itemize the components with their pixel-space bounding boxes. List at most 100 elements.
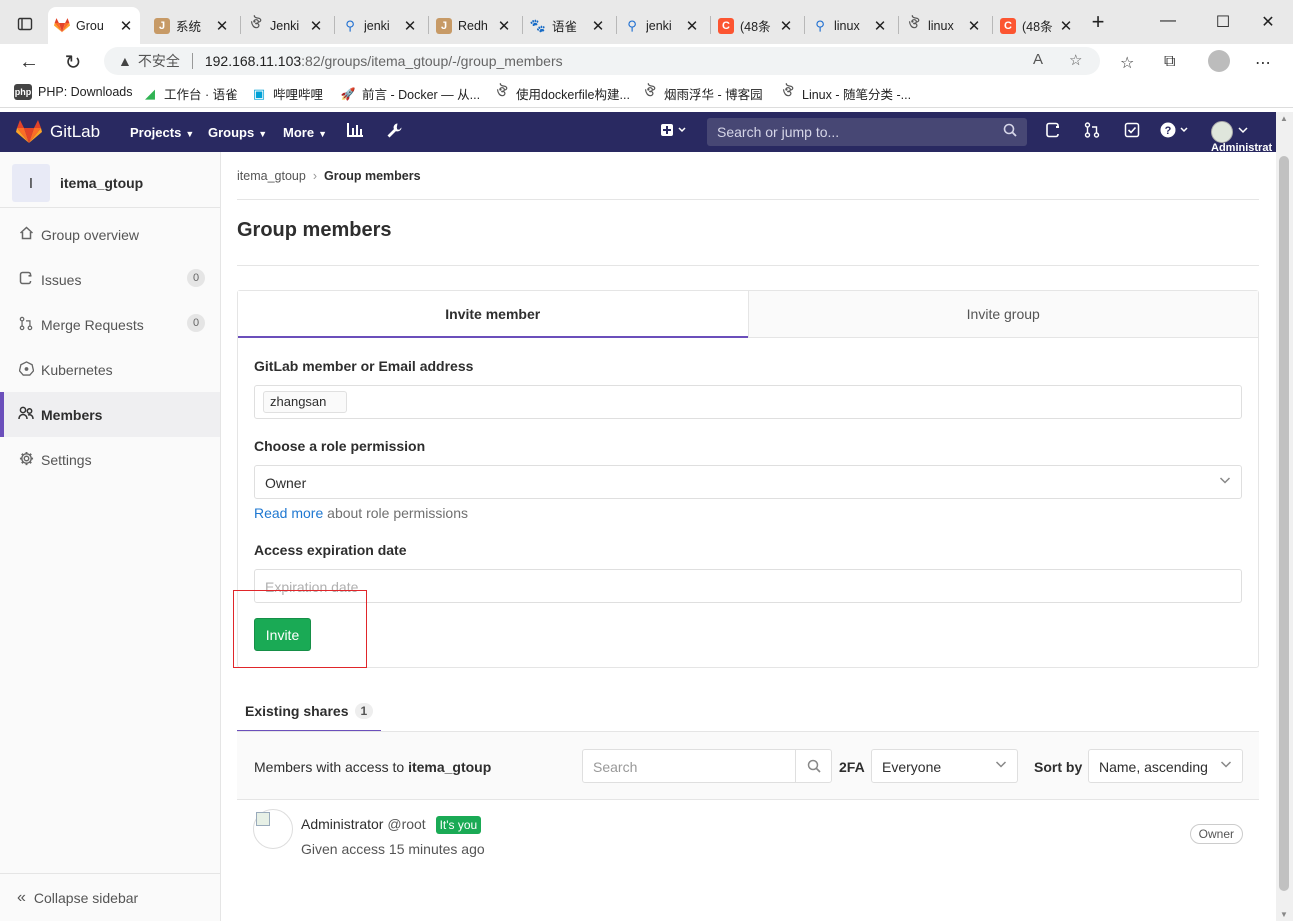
sort-select[interactable]: Name, ascending (1088, 749, 1243, 783)
csdn-icon: C (1000, 17, 1016, 34)
gitlab-brand[interactable]: GitLab (50, 122, 100, 142)
scrollbar-thumb[interactable] (1279, 156, 1289, 891)
browser-tab[interactable]: ⚲ linux ✕ (806, 7, 894, 44)
bookmark-item[interactable]: 🚀 前言 - Docker — 从... (340, 84, 481, 103)
close-icon[interactable]: ✕ (1058, 17, 1074, 35)
admin-wrench-icon[interactable] (386, 122, 403, 144)
sidebar-item-label: Group overview (41, 226, 140, 243)
back-icon[interactable]: ← (16, 49, 42, 75)
favorites-icon[interactable]: ☆ (1120, 53, 1134, 73)
sidebar-item-label: Kubernetes (41, 361, 113, 378)
url-field[interactable]: ▲ 不安全 192.168.11.103:82/groups/itema_gto… (104, 47, 1100, 75)
browser-tab[interactable]: C (48条 ✕ (994, 7, 1080, 44)
close-icon[interactable]: ✕ (308, 17, 324, 35)
browser-tab[interactable]: ঔ linux ✕ (900, 7, 988, 44)
collapse-sidebar-button[interactable]: « Collapse sidebar (0, 873, 220, 921)
members-search-input[interactable]: Search (582, 749, 832, 783)
close-window-icon[interactable]: ✕ (1258, 12, 1278, 32)
chevron-down-icon[interactable] (1237, 123, 1249, 141)
browser-tab[interactable]: ঔ Jenki ✕ (242, 7, 330, 44)
read-aloud-icon[interactable]: A (1033, 51, 1043, 68)
nav-more[interactable]: More ▼ (283, 125, 327, 140)
minimize-icon[interactable]: — (1158, 12, 1178, 30)
tab-title: Jenki (270, 18, 300, 33)
plus-menu-icon[interactable] (660, 122, 688, 143)
new-tab-button[interactable]: + (1086, 11, 1110, 35)
more-menu-icon[interactable]: ⋯ (1255, 53, 1271, 73)
browser-tab[interactable]: 🐾 语雀 ✕ (524, 7, 612, 44)
expiration-date-input[interactable]: Expiration date (254, 569, 1242, 603)
page-scrollbar[interactable]: ▲ ▼ (1276, 112, 1293, 921)
selected-user-token[interactable]: zhangsan (263, 391, 347, 413)
tab-invite-member[interactable]: Invite member (238, 291, 748, 338)
browser-tab[interactable]: ⚲ jenki ✕ (618, 7, 706, 44)
collections-icon[interactable]: ⧉ (1164, 53, 1175, 71)
sidebar-item-settings[interactable]: Settings (0, 437, 220, 482)
sidebar-item-issues[interactable]: Issues 0 (0, 257, 220, 302)
nav-projects[interactable]: Projects ▼ (130, 125, 194, 140)
tab-actions-icon[interactable] (8, 10, 42, 38)
bookmark-item[interactable]: php PHP: Downloads (14, 84, 133, 100)
help-icon[interactable]: ? (1160, 122, 1192, 143)
tab-title: Redh (458, 18, 488, 33)
bookmark-item[interactable]: ◢ 工作台 · 语雀 (142, 84, 238, 103)
bookmark-item[interactable]: ▣ 哔哩哔哩 (251, 84, 323, 103)
close-icon[interactable]: ✕ (778, 17, 794, 35)
close-icon[interactable]: ✕ (684, 17, 700, 35)
member-search-input[interactable]: zhangsan (254, 385, 1242, 419)
tab-divider (428, 16, 429, 34)
nav-groups[interactable]: Groups ▼ (208, 125, 267, 140)
breadcrumb-current[interactable]: Group members (324, 169, 421, 183)
read-more-link[interactable]: Read more (254, 505, 323, 521)
close-icon[interactable]: ✕ (118, 17, 134, 35)
close-icon[interactable]: ✕ (590, 17, 606, 35)
scroll-down-icon[interactable]: ▼ (1280, 910, 1288, 919)
member-name[interactable]: Administrator (301, 816, 383, 832)
global-search-input[interactable]: Search or jump to... (707, 118, 1027, 146)
bookmark-item[interactable]: ঔ 烟雨浮华 - 博客园 (642, 84, 763, 103)
add-favorite-icon[interactable]: ☆ (1069, 51, 1082, 69)
divider (237, 199, 1259, 200)
member-avatar[interactable] (253, 809, 293, 849)
twofa-filter-select[interactable]: Everyone (871, 749, 1018, 783)
sort-by-label: Sort by (1034, 759, 1083, 775)
browser-tab[interactable]: ⚲ jenki ✕ (336, 7, 424, 44)
nav-more-label: More (283, 125, 315, 140)
close-icon[interactable]: ✕ (872, 17, 888, 35)
close-icon[interactable]: ✕ (214, 17, 230, 35)
tab-title: (48条 (740, 20, 771, 34)
browser-tab[interactable]: J Redh ✕ (430, 7, 518, 44)
activity-chart-icon[interactable] (346, 122, 364, 143)
sidebar-item-label: Issues (41, 271, 82, 288)
search-button[interactable] (795, 750, 831, 782)
close-icon[interactable]: ✕ (402, 17, 418, 35)
issues-check-icon[interactable] (1124, 122, 1140, 143)
bookmark-item[interactable]: ঔ 使用dockerfile构建... (494, 84, 630, 103)
close-icon[interactable]: ✕ (966, 17, 982, 35)
tab-title: (48条 (1022, 20, 1053, 34)
tab-invite-group[interactable]: Invite group (747, 291, 1258, 338)
browser-profile-avatar[interactable] (1208, 50, 1230, 72)
refresh-icon[interactable]: ↻ (60, 49, 86, 75)
merge-request-icon[interactable] (1084, 122, 1100, 143)
role-permission-select[interactable]: Owner (254, 465, 1242, 499)
breadcrumb-group-link[interactable]: itema_gtoup (237, 169, 306, 183)
sidebar-item-group-overview[interactable]: Group overview (0, 212, 220, 257)
browser-tab-gitlab[interactable]: Grou ✕ (48, 7, 140, 44)
close-icon[interactable]: ✕ (496, 17, 512, 35)
sidebar-group-header[interactable]: I itema_gtoup (0, 152, 220, 208)
sidebar-item-merge-requests[interactable]: Merge Requests 0 (0, 302, 220, 347)
search-icon: ⚲ (345, 17, 355, 33)
todos-icon[interactable] (1045, 122, 1061, 143)
sidebar-item-kubernetes[interactable]: Kubernetes (0, 347, 220, 392)
bookmark-item[interactable]: ঔ Linux - 随笔分类 -... (780, 84, 911, 103)
gitlab-logo-icon[interactable] (16, 120, 42, 144)
scroll-up-icon[interactable]: ▲ (1280, 114, 1288, 123)
users-icon (17, 406, 35, 423)
browser-tab[interactable]: J 系统 ✕ (148, 7, 236, 44)
browser-tab[interactable]: C (48条 ✕ (712, 7, 800, 44)
maximize-icon[interactable]: ☐ (1213, 12, 1233, 32)
user-avatar[interactable] (1211, 121, 1233, 143)
tab-existing-shares[interactable]: Existing shares 1 (237, 692, 382, 732)
sidebar-item-members[interactable]: Members (0, 392, 220, 437)
